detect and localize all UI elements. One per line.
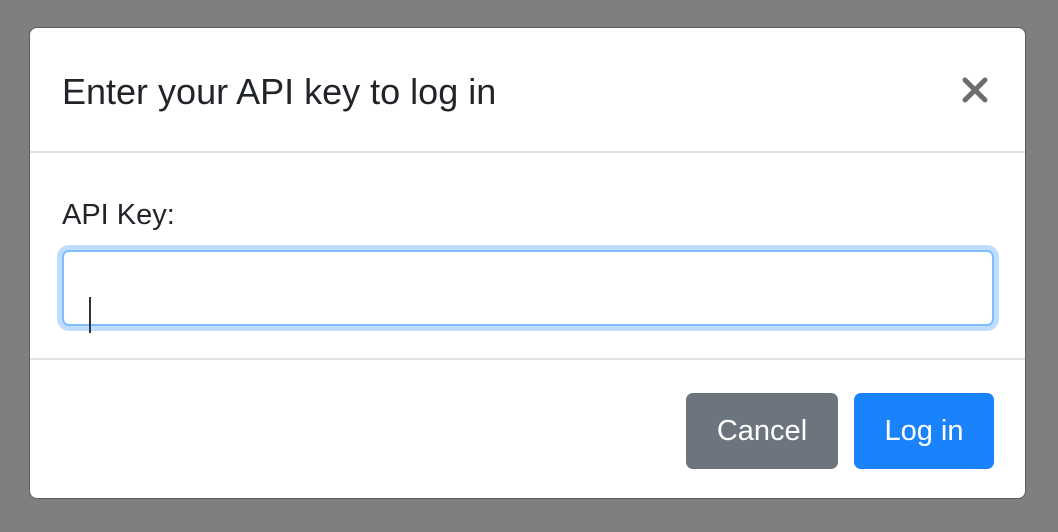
modal-header: Enter your API key to log in (30, 28, 1025, 153)
api-key-input[interactable] (62, 250, 994, 326)
cancel-button[interactable]: Cancel (686, 393, 838, 469)
login-modal: Enter your API key to log in API Key: Ca… (29, 27, 1026, 499)
api-key-label: API Key: (62, 199, 175, 231)
close-button[interactable] (957, 72, 993, 108)
close-x-icon (957, 72, 993, 108)
modal-title: Enter your API key to log in (62, 71, 497, 112)
login-button[interactable]: Log in (854, 393, 994, 469)
modal-footer: Cancel Log in (30, 360, 1025, 498)
modal-body: API Key: (30, 153, 1025, 360)
